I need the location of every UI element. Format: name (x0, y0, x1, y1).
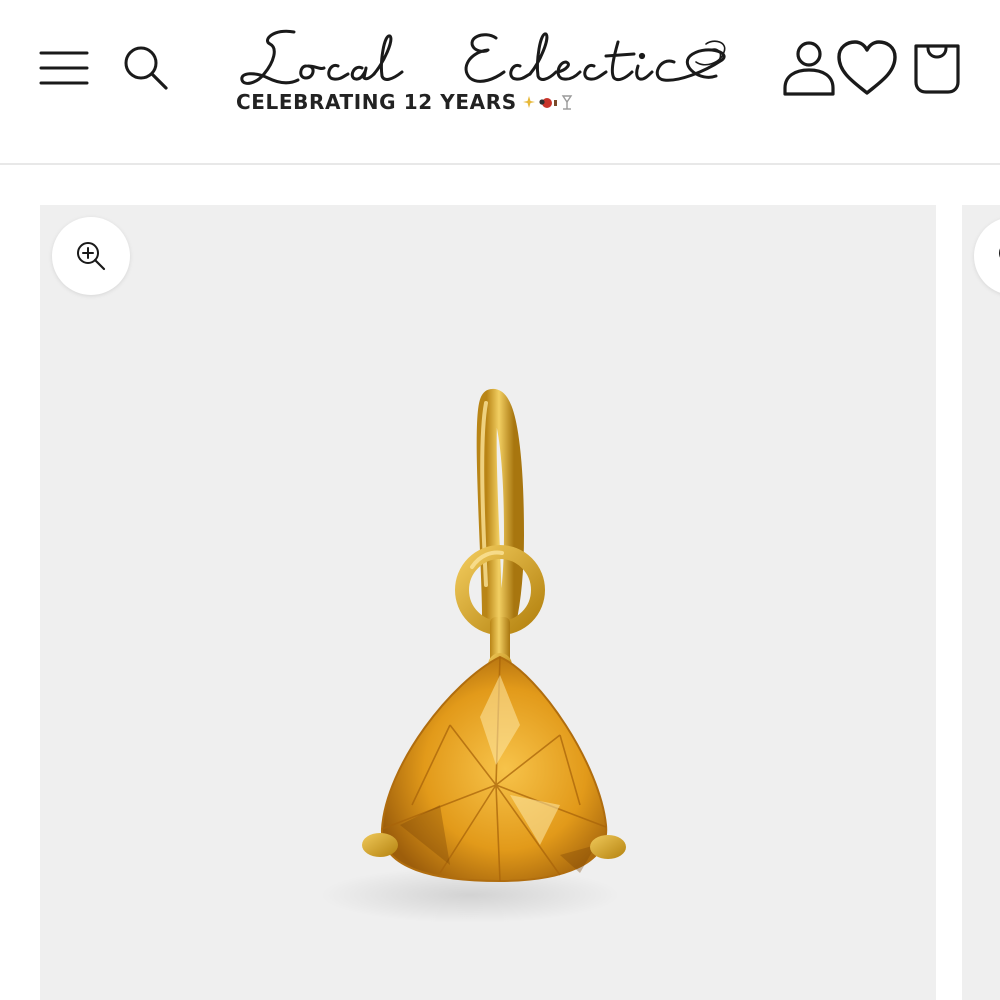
zoom-in-icon (77, 242, 106, 271)
product-image-next[interactable] (962, 205, 1000, 1000)
heart-icon (837, 40, 897, 95)
hamburger-menu-icon (39, 51, 89, 85)
account-icon (783, 41, 835, 96)
site-header: CELEBRATING 12 YEARS (0, 0, 1000, 165)
shopping-bag-icon (914, 44, 960, 94)
search-button[interactable] (112, 38, 180, 98)
zoom-in-icon (999, 248, 1000, 258)
wishlist-button[interactable] (834, 36, 900, 100)
account-button[interactable] (776, 36, 842, 100)
cart-button[interactable] (904, 36, 970, 100)
product-image-main[interactable] (40, 205, 936, 1000)
search-icon (124, 46, 168, 90)
logo-wordmark (240, 29, 726, 85)
menu-button[interactable] (30, 38, 98, 98)
zoom-button-next[interactable] (974, 217, 1000, 295)
product-photo (320, 389, 626, 923)
zoom-button[interactable] (52, 217, 130, 295)
tagline-text: CELEBRATING 12 YEARS (236, 90, 517, 114)
celebration-emoji-icon (522, 95, 573, 110)
logo-tagline: CELEBRATING 12 YEARS (236, 90, 573, 114)
